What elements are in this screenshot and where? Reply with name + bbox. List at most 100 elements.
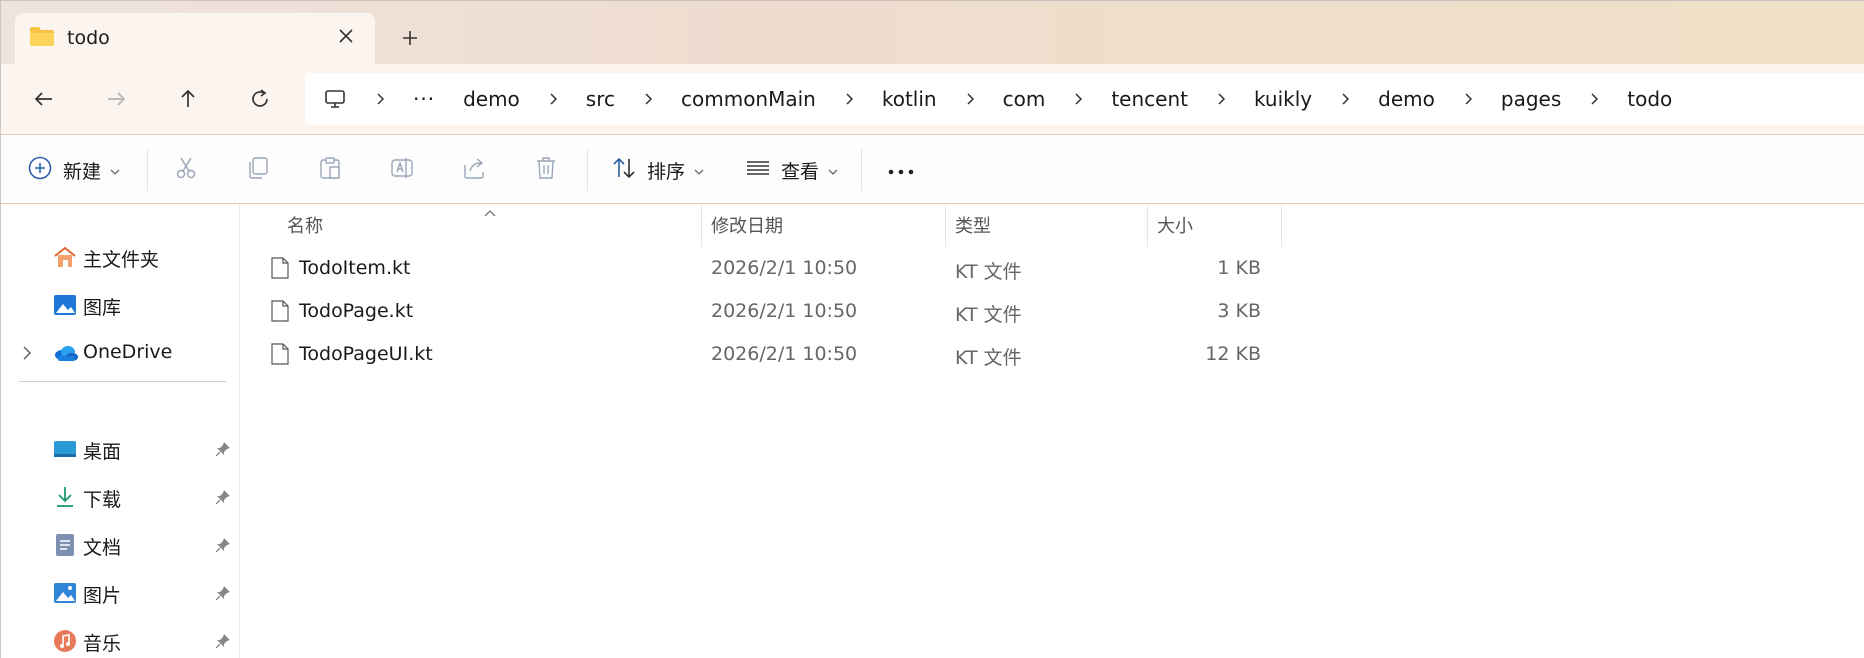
breadcrumb-item[interactable]: todo bbox=[1627, 87, 1672, 111]
pin-icon[interactable] bbox=[215, 537, 231, 557]
sidebar-item-home[interactable]: 主文件夹 bbox=[1, 237, 240, 277]
view-button-label: 查看 bbox=[781, 160, 820, 183]
cloud-icon bbox=[53, 341, 78, 365]
file-modified: 2026/2/1 10:50 bbox=[711, 257, 858, 279]
view-button[interactable]: 查看 bbox=[745, 135, 839, 205]
desktop-icon bbox=[53, 437, 77, 461]
pin-icon[interactable] bbox=[215, 633, 231, 653]
breadcrumb: ··· demo src commonMain kotlin com tence… bbox=[323, 73, 1672, 125]
column-header-modified[interactable]: 修改日期 bbox=[711, 205, 783, 245]
arrow-left-icon[interactable] bbox=[27, 82, 61, 116]
pin-icon[interactable] bbox=[215, 441, 231, 461]
tab-todo[interactable]: todo bbox=[15, 13, 375, 65]
breadcrumb-item[interactable]: pages bbox=[1501, 87, 1561, 111]
chevron-right-icon[interactable] bbox=[842, 92, 856, 106]
file-size: 3 KB bbox=[1217, 300, 1261, 322]
navigation-pane: 主文件夹 图库 OneDrive 桌面 下载 文档 图片 音乐 bbox=[1, 205, 240, 658]
sidebar-item-label: 主文件夹 bbox=[83, 249, 160, 271]
plus-icon[interactable] bbox=[395, 23, 425, 53]
table-row[interactable]: TodoPage.kt 2026/2/1 10:50 KT 文件 3 KB bbox=[241, 290, 1281, 330]
file-size: 1 KB bbox=[1217, 257, 1261, 279]
file-size: 12 KB bbox=[1205, 343, 1261, 365]
sidebar-item-gallery[interactable]: 图库 bbox=[1, 285, 240, 325]
breadcrumb-item[interactable]: src bbox=[586, 87, 615, 111]
arrow-right-icon[interactable] bbox=[99, 82, 133, 116]
pictures-icon bbox=[53, 581, 77, 605]
new-button-label: 新建 bbox=[63, 160, 102, 183]
breadcrumb-item[interactable]: com bbox=[1003, 87, 1046, 111]
toolbar-divider bbox=[861, 149, 862, 191]
document-icon bbox=[53, 533, 77, 557]
column-divider[interactable] bbox=[1281, 205, 1282, 247]
toolbar-divider bbox=[147, 149, 148, 191]
sidebar-item-documents[interactable]: 文档 bbox=[1, 525, 240, 565]
copy-icon bbox=[245, 155, 271, 185]
column-header-type[interactable]: 类型 bbox=[955, 205, 991, 245]
chevron-right-icon[interactable] bbox=[373, 92, 387, 106]
rename-button[interactable] bbox=[389, 135, 415, 205]
breadcrumb-item[interactable]: tencent bbox=[1111, 87, 1188, 111]
chevron-right-icon[interactable] bbox=[546, 92, 560, 106]
command-bar: 新建 排序 查看 bbox=[1, 134, 1864, 204]
paste-button[interactable] bbox=[317, 135, 343, 205]
breadcrumb-item[interactable]: kuikly bbox=[1254, 87, 1312, 111]
scissors-icon bbox=[173, 155, 199, 185]
sidebar-item-label: 图片 bbox=[83, 585, 122, 607]
arrow-up-icon[interactable] bbox=[171, 82, 205, 116]
sort-ascending-icon bbox=[483, 203, 497, 222]
chevron-right-icon[interactable] bbox=[21, 345, 33, 365]
sidebar-item-desktop[interactable]: 桌面 bbox=[1, 429, 240, 469]
chevron-right-icon[interactable] bbox=[1338, 92, 1352, 106]
folder-icon bbox=[29, 25, 55, 51]
breadcrumb-item[interactable]: kotlin bbox=[882, 87, 937, 111]
sidebar-item-label: 音乐 bbox=[83, 633, 122, 655]
chevron-right-icon[interactable] bbox=[1071, 92, 1085, 106]
chevron-right-icon[interactable] bbox=[963, 92, 977, 106]
sidebar-item-onedrive[interactable]: OneDrive bbox=[1, 333, 240, 373]
cut-button[interactable] bbox=[173, 135, 199, 205]
close-icon[interactable] bbox=[335, 25, 357, 47]
pin-icon[interactable] bbox=[215, 585, 231, 605]
tab-title: todo bbox=[67, 27, 110, 49]
delete-button[interactable] bbox=[533, 135, 559, 205]
breadcrumb-item[interactable]: demo bbox=[463, 87, 520, 111]
new-button[interactable]: 新建 bbox=[27, 135, 121, 205]
refresh-icon[interactable] bbox=[243, 82, 277, 116]
sort-button[interactable]: 排序 bbox=[611, 135, 705, 205]
file-type: KT 文件 bbox=[955, 347, 1022, 369]
explorer-window: todo ··· demo src commonMain kotlin com … bbox=[0, 0, 1864, 658]
file-name: TodoPageUI.kt bbox=[299, 343, 433, 365]
sort-icon bbox=[611, 155, 637, 185]
sidebar-item-downloads[interactable]: 下载 bbox=[1, 477, 240, 517]
file-modified: 2026/2/1 10:50 bbox=[711, 300, 858, 322]
breadcrumb-item[interactable]: demo bbox=[1378, 87, 1435, 111]
column-divider[interactable] bbox=[1147, 205, 1148, 247]
chevron-right-icon[interactable] bbox=[1214, 92, 1228, 106]
share-button[interactable] bbox=[461, 135, 487, 205]
sidebar-item-music[interactable]: 音乐 bbox=[1, 621, 240, 658]
file-type: KT 文件 bbox=[955, 261, 1022, 283]
chevron-right-icon[interactable] bbox=[1587, 92, 1601, 106]
table-row[interactable]: TodoPageUI.kt 2026/2/1 10:50 KT 文件 12 KB bbox=[241, 333, 1281, 373]
column-divider[interactable] bbox=[701, 205, 702, 247]
file-name: TodoPage.kt bbox=[299, 300, 414, 322]
sidebar-item-pictures[interactable]: 图片 bbox=[1, 573, 240, 613]
home-icon bbox=[53, 245, 77, 269]
table-row[interactable]: TodoItem.kt 2026/2/1 10:50 KT 文件 1 KB bbox=[241, 247, 1281, 287]
pin-icon[interactable] bbox=[215, 489, 231, 509]
computer-icon[interactable] bbox=[323, 87, 347, 111]
chevron-right-icon[interactable] bbox=[1461, 92, 1475, 106]
plus-circle-icon bbox=[27, 155, 53, 185]
chevron-right-icon[interactable] bbox=[641, 92, 655, 106]
breadcrumb-item[interactable]: commonMain bbox=[681, 87, 816, 111]
chevron-down-icon bbox=[827, 161, 839, 180]
copy-button[interactable] bbox=[245, 135, 271, 205]
breadcrumb-overflow[interactable]: ··· bbox=[413, 87, 435, 111]
toolbar-divider bbox=[587, 149, 588, 191]
column-divider[interactable] bbox=[945, 205, 946, 247]
trash-icon bbox=[533, 155, 559, 185]
address-bar[interactable]: ··· demo src commonMain kotlin com tence… bbox=[305, 73, 1864, 125]
column-header-size[interactable]: 大小 bbox=[1157, 205, 1193, 245]
more-options-button[interactable] bbox=[887, 135, 915, 205]
column-header-name[interactable]: 名称 bbox=[287, 205, 323, 245]
